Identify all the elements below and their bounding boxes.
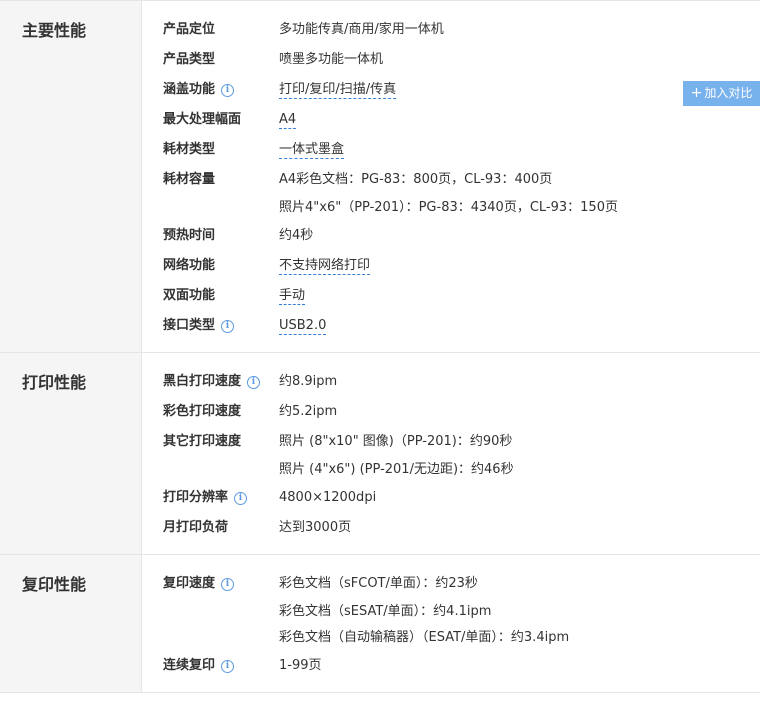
row-value: A4彩色文档：PG-83：800页，CL-93：400页 [279,172,553,187]
section-body: 复印速度 i 彩色文档（sFCOT/单面）：约23秒 彩色文档（sESAT/单面）… [142,555,760,692]
row-value: 喷墨多功能一体机 [279,52,384,67]
section-body: 产品定位 多功能传真/商用/家用一体机 产品类型 喷墨多功能一体机 涵盖功能 i … [142,1,760,352]
add-to-compare-button[interactable]: + 加入对比 [683,81,760,106]
section-main-performance: 主要性能 产品定位 多功能传真/商用/家用一体机 产品类型 喷墨多功能一体机 涵… [0,1,760,353]
row-value-link[interactable]: 不支持网络打印 [279,258,371,275]
row-label: 产品类型 [163,52,216,67]
row-value: 彩色文档（sESAT/单面）：约4.1ipm [279,604,492,619]
row-label: 产品定位 [163,22,216,37]
spec-row-consumable-capacity: 耗材容量 A4彩色文档：PG-83：800页，CL-93：400页 照片4"x6… [142,165,760,221]
spec-row-copy-speed: 复印速度 i 彩色文档（sFCOT/单面）：约23秒 彩色文档（sESAT/单面）… [142,569,760,651]
row-value-link[interactable]: USB2.0 [279,318,327,335]
row-value-link[interactable]: A4 [279,112,297,129]
spec-row-product-type: 产品类型 喷墨多功能一体机 [142,45,760,75]
section-copy-performance: 复印性能 复印速度 i 彩色文档（sFCOT/单面）：约23秒 彩色文档（sESA… [0,555,760,693]
row-value: 照片4"x6"（PP-201）：PG-83：4340页，CL-93：150页 [279,200,618,215]
row-label: 网络功能 [163,258,216,273]
row-label: 预热时间 [163,228,216,243]
row-label: 黑白打印速度 [163,374,242,389]
info-icon[interactable]: i [247,376,261,389]
row-value: 1-99页 [279,658,322,673]
row-value: 达到3000页 [279,520,352,535]
spec-row-monthly-duty: 月打印负荷 达到3000页 [142,513,760,543]
spec-row-functions: 涵盖功能 i 打印/复印/扫描/传真 [142,75,760,105]
row-value: 4800×1200dpi [279,490,377,505]
row-value: 照片 (8"x10" 图像)（PP-201)：约90秒 [279,434,513,449]
row-label: 连续复印 [163,658,216,673]
row-value-link[interactable]: 打印/复印/扫描/传真 [279,82,397,99]
spec-row-product-positioning: 产品定位 多功能传真/商用/家用一体机 [142,15,760,45]
row-label: 月打印负荷 [163,520,229,535]
spec-row-other-print-speed: 其它打印速度 照片 (8"x10" 图像)（PP-201)：约90秒 照片 (4… [142,427,760,483]
info-icon[interactable]: i [234,492,248,505]
spec-row-warmup-time: 预热时间 约4秒 [142,221,760,251]
row-value: 约5.2ipm [279,404,338,419]
row-value-link[interactable]: 一体式墨盒 [279,142,345,159]
info-icon[interactable]: i [221,578,235,591]
spec-row-network: 网络功能 不支持网络打印 [142,251,760,281]
section-title: 复印性能 [0,555,142,692]
row-label: 最大处理幅面 [163,112,242,127]
row-value: 彩色文档（自动输稿器）（ESAT/单面）：约3.4ipm [279,630,570,645]
add-to-compare-label: 加入对比 [704,86,753,100]
row-label: 接口类型 [163,318,216,333]
section-title: 打印性能 [0,353,142,554]
spec-row-continuous-copy: 连续复印 i 1-99页 [142,651,760,681]
spec-row-duplex: 双面功能 手动 [142,281,760,311]
row-label: 双面功能 [163,288,216,303]
spec-row-print-resolution: 打印分辨率 i 4800×1200dpi [142,483,760,513]
row-value: 多功能传真/商用/家用一体机 [279,22,444,37]
row-label: 耗材容量 [163,172,216,187]
row-label: 耗材类型 [163,142,216,157]
row-value: 约8.9ipm [279,374,338,389]
info-icon[interactable]: i [221,84,235,97]
row-value: 照片 (4"x6") (PP-201/无边距)：约46秒 [279,462,514,477]
spec-row-interface: 接口类型 i USB2.0 [142,311,760,341]
section-print-performance: 打印性能 黑白打印速度 i 约8.9ipm 彩色打印速度 约5.2ipm 其它打印… [0,353,760,555]
plus-icon: + [690,85,703,101]
row-value: 约4秒 [279,228,314,243]
info-icon[interactable]: i [221,320,235,333]
row-label: 复印速度 [163,576,216,591]
row-label: 彩色打印速度 [163,404,242,419]
section-body: 黑白打印速度 i 约8.9ipm 彩色打印速度 约5.2ipm 其它打印速度 照片… [142,353,760,554]
row-value: 彩色文档（sFCOT/单面）：约23秒 [279,576,478,591]
row-label: 涵盖功能 [163,82,216,97]
info-icon[interactable]: i [221,660,235,673]
spec-row-max-paper-size: 最大处理幅面 A4 [142,105,760,135]
row-label: 其它打印速度 [163,434,242,449]
spec-row-consumable-type: 耗材类型 一体式墨盒 [142,135,760,165]
spec-table: 主要性能 产品定位 多功能传真/商用/家用一体机 产品类型 喷墨多功能一体机 涵… [0,0,760,693]
section-title: 主要性能 [0,1,142,352]
row-value-link[interactable]: 手动 [279,288,306,305]
spec-row-color-print-speed: 彩色打印速度 约5.2ipm [142,397,760,427]
spec-row-mono-print-speed: 黑白打印速度 i 约8.9ipm [142,367,760,397]
row-label: 打印分辨率 [163,490,229,505]
